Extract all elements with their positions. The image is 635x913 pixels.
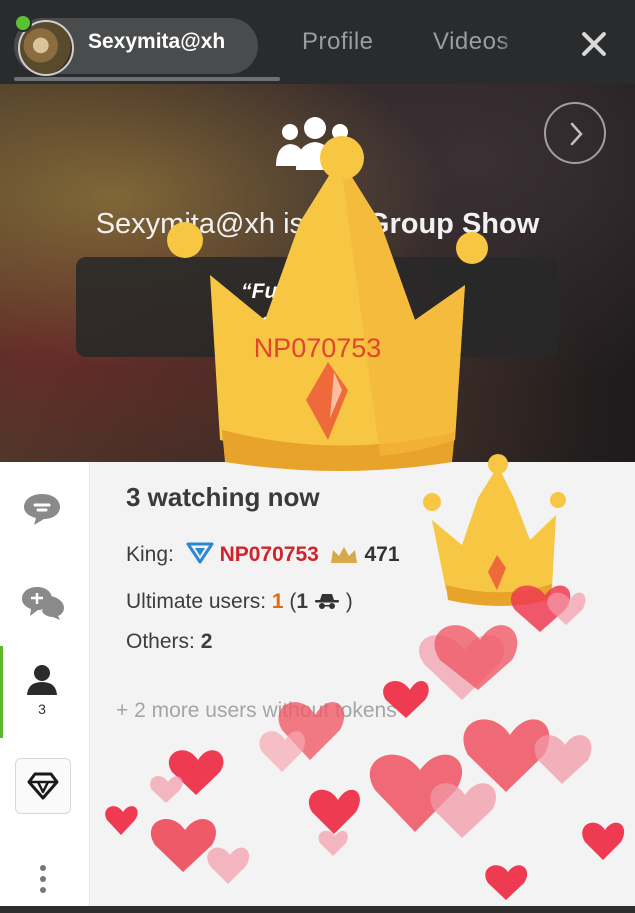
bottom-strip [0,906,635,913]
more-users-text: + 2 more users without tokens [116,699,397,722]
ultimate-button[interactable] [15,758,71,814]
gift-winner-name: NP070753 [253,333,382,363]
others-label: Others: [126,630,195,653]
show-status-title: Sexymita@xh is in a Group Show [0,208,635,241]
incognito-icon [314,594,339,609]
tab-videos[interactable]: Videos [433,28,525,56]
ultimate-hidden-count: 1 [296,590,309,613]
ultimate-hidden-close: ) [345,590,353,613]
chevron-right-icon [570,122,583,146]
king-badge-icon [186,542,214,564]
close-icon[interactable] [574,26,614,62]
king-tokens: 471 [364,543,400,566]
diamond-icon [27,772,59,800]
private-chat-icon[interactable] [20,585,66,621]
online-indicator-icon [14,14,32,32]
video-player[interactable]: Sexymita@xh is in a Group Show “Full nud… [0,84,635,462]
show-type: Group Show [366,208,540,240]
active-tab-underline [14,77,280,81]
show-title-prefix: Sexymita@xh is in a [95,208,367,240]
king-username[interactable]: NP070753 [220,543,319,566]
show-topic-text: “Full nude with face+ … orgasm” [96,277,538,337]
users-count: 3 [38,701,46,717]
others-row: Others: 2 [126,630,212,654]
king-row: King: NP070753 471 [126,542,400,567]
next-model-button[interactable] [544,102,606,164]
more-icon[interactable] [39,864,47,894]
ultimate-label: Ultimate users: [126,590,267,613]
top-bar: Sexymita@xh Profile Videos [0,0,635,84]
king-label: King: [126,543,174,566]
group-icon [276,117,354,170]
topic-line-1: “Full nude with [241,280,393,303]
chat-icon[interactable] [22,492,62,526]
ultimate-count: 1 [271,590,284,613]
others-count: 2 [200,630,213,653]
tab-profile[interactable]: Profile [302,28,374,56]
crown-icon [330,547,357,563]
users-panel [90,462,635,913]
active-indicator [0,646,3,738]
user-icon[interactable] [26,664,58,696]
watching-count: 3 watching now [126,482,320,512]
model-username[interactable]: Sexymita@xh [88,30,225,54]
ultimate-row: Ultimate users: 1 (1 ) [126,590,353,614]
